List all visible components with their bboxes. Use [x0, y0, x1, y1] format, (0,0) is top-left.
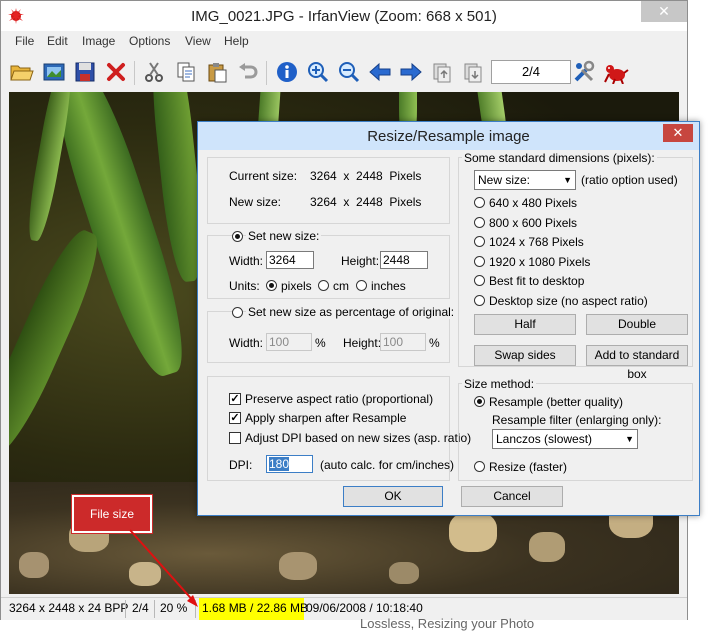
- width-input[interactable]: 3264: [266, 251, 314, 269]
- resample-radio[interactable]: [474, 396, 485, 407]
- resample-filter-label: Resample filter (enlarging only):: [492, 413, 662, 427]
- apply-sharpen-label: Apply sharpen after Resample: [245, 411, 407, 425]
- pct-width-label: Width:: [229, 336, 264, 350]
- resize-label: Resize (faster): [489, 460, 568, 474]
- pct-height-sign: %: [429, 336, 440, 350]
- size-info-group: [207, 157, 450, 224]
- ok-button[interactable]: OK: [343, 486, 443, 507]
- ratio-note: (ratio option used): [581, 173, 678, 187]
- cancel-button[interactable]: Cancel: [461, 486, 563, 507]
- dim-1920-label: 1920 x 1080 Pixels: [489, 255, 591, 269]
- desktop-size-label: Desktop size (no aspect ratio): [489, 294, 648, 308]
- current-size-value: 3264 x 2448 Pixels: [310, 169, 422, 183]
- dialog-body: Current size: 3264 x 2448 Pixels New siz…: [204, 151, 693, 509]
- set-new-size-radio[interactable]: [232, 231, 243, 242]
- height-label: Height:: [341, 254, 380, 268]
- new-size-label: New size:: [229, 195, 282, 209]
- dpi-input[interactable]: 180: [266, 455, 313, 473]
- chevron-down-icon: ▼: [625, 434, 634, 444]
- dim-640-label: 640 x 480 Pixels: [489, 196, 578, 210]
- dpi-value: 180: [269, 457, 290, 471]
- unit-cm-radio[interactable]: [318, 280, 329, 291]
- dim-1024-label: 1024 x 768 Pixels: [489, 235, 584, 249]
- chevron-down-icon: ▼: [563, 175, 572, 185]
- dim-800-label: 800 x 600 Pixels: [489, 216, 578, 230]
- resample-filter-select[interactable]: Lanczos (slowest) ▼: [492, 429, 638, 449]
- adjust-dpi-checkbox[interactable]: [229, 432, 241, 444]
- set-new-size-label: Set new size:: [246, 229, 322, 243]
- resample-label: Resample (better quality): [489, 395, 624, 409]
- size-method-label: Size method:: [462, 377, 537, 391]
- percentage-label: Set new size as percentage of original:: [246, 305, 457, 319]
- half-button[interactable]: Half: [474, 314, 576, 335]
- new-size-value: 3264 x 2448 Pixels: [310, 195, 422, 209]
- pct-width-sign: %: [315, 336, 326, 350]
- new-size-select-value: New size:: [478, 173, 531, 187]
- dpi-note: (auto calc. for cm/inches): [320, 458, 455, 472]
- current-size-label: Current size:: [229, 169, 298, 183]
- unit-cm-label: cm: [333, 279, 349, 293]
- dialog-close-button[interactable]: ✕: [663, 124, 693, 142]
- swap-sides-button[interactable]: Swap sides: [474, 345, 576, 366]
- apply-sharpen-checkbox[interactable]: ✓: [229, 412, 241, 424]
- dim-1920-radio[interactable]: [474, 256, 485, 267]
- height-input[interactable]: 2448: [380, 251, 428, 269]
- preserve-aspect-label: Preserve aspect ratio (proportional): [245, 392, 434, 406]
- add-to-standard-box-button[interactable]: Add to standard box: [586, 345, 688, 381]
- unit-pixels-radio[interactable]: [266, 280, 277, 291]
- resample-filter-value: Lanczos (slowest): [496, 432, 593, 446]
- adjust-dpi-label: Adjust DPI based on new sizes (asp. rati…: [245, 431, 472, 445]
- unit-pixels-label: pixels: [281, 279, 312, 293]
- new-size-select[interactable]: New size: ▼: [474, 170, 576, 190]
- pct-height-label: Height:: [343, 336, 382, 350]
- dialog-title-bar: Resize/Resample image ✕: [198, 122, 699, 150]
- dim-640-radio[interactable]: [474, 197, 485, 208]
- preserve-aspect-checkbox[interactable]: ✓: [229, 393, 241, 405]
- pct-height-input[interactable]: 100: [380, 333, 426, 351]
- best-fit-label: Best fit to desktop: [489, 274, 585, 288]
- dim-800-radio[interactable]: [474, 217, 485, 228]
- units-label: Units:: [229, 279, 260, 293]
- dialog-title: Resize/Resample image: [367, 128, 530, 145]
- percentage-radio[interactable]: [232, 307, 243, 318]
- dpi-label: DPI:: [229, 458, 253, 472]
- unit-inches-label: inches: [371, 279, 406, 293]
- double-button[interactable]: Double: [586, 314, 688, 335]
- pct-width-input[interactable]: 100: [266, 333, 312, 351]
- width-label: Width:: [229, 254, 264, 268]
- desktop-size-radio[interactable]: [474, 295, 485, 306]
- resize-radio[interactable]: [474, 461, 485, 472]
- dim-1024-radio[interactable]: [474, 236, 485, 247]
- standard-dims-label: Some standard dimensions (pixels):: [462, 151, 657, 165]
- resize-dialog: Resize/Resample image ✕ Current size: 32…: [197, 121, 700, 516]
- unit-inches-radio[interactable]: [356, 280, 367, 291]
- best-fit-radio[interactable]: [474, 275, 485, 286]
